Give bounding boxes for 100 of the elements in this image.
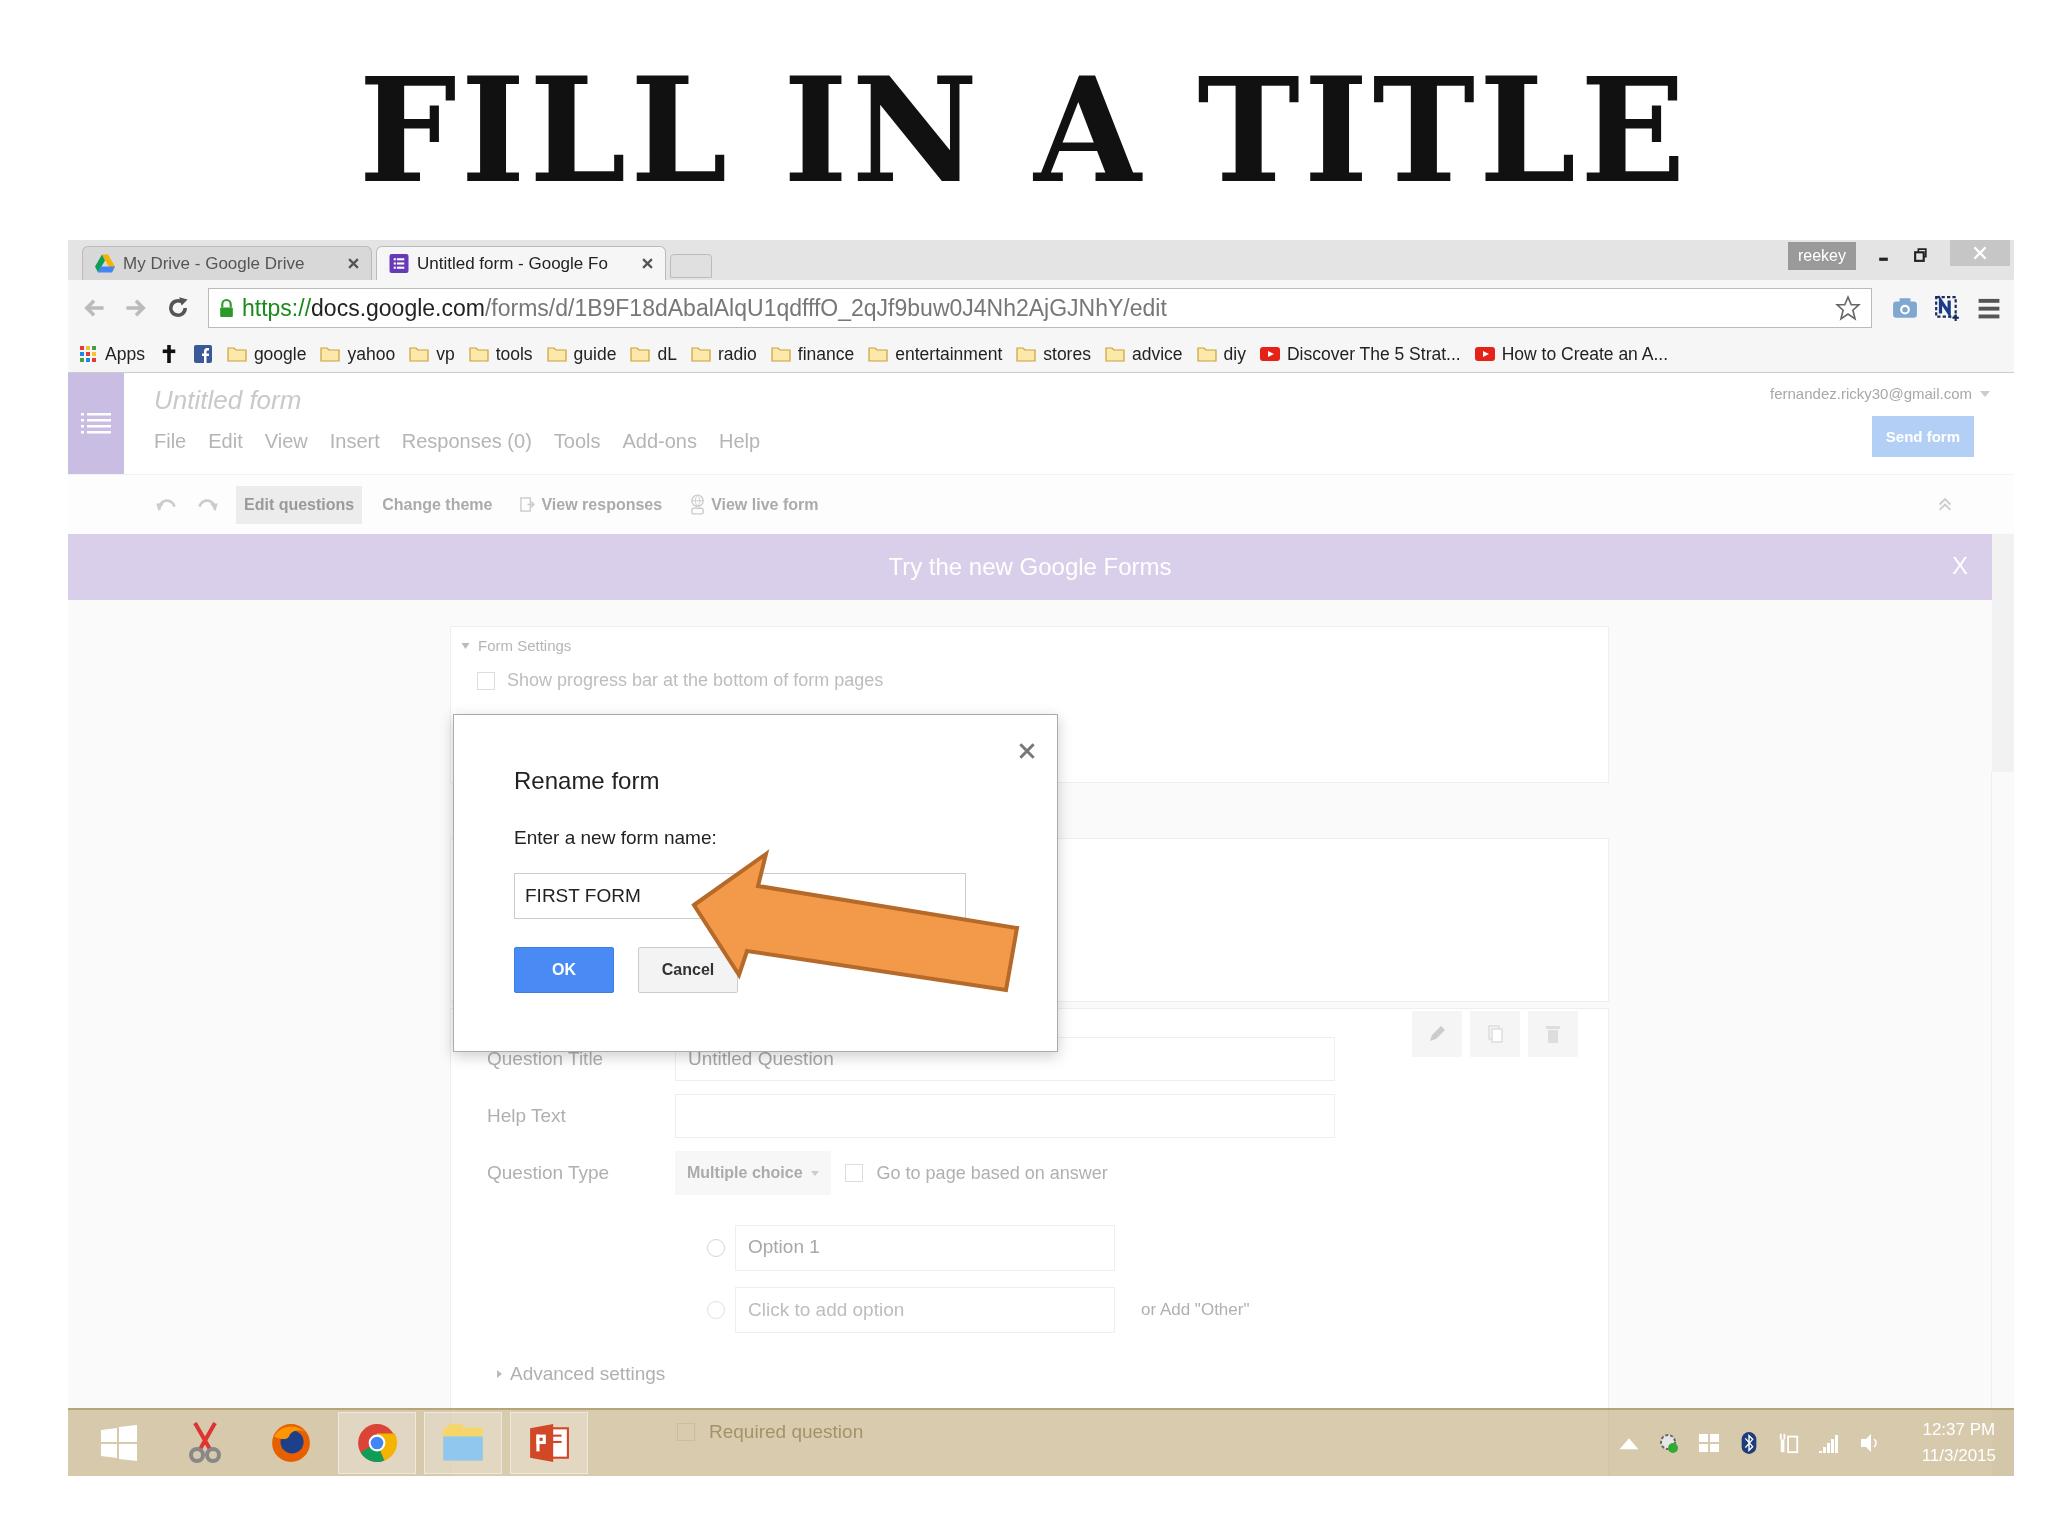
scrollbar[interactable]	[1991, 772, 2014, 1408]
new-tab-button[interactable]	[670, 254, 712, 278]
chrome-icon	[356, 1422, 398, 1464]
folder-icon	[690, 345, 711, 363]
expand-icon[interactable]	[497, 1370, 502, 1378]
type-dropdown[interactable]: Multiple choice	[675, 1151, 831, 1195]
globe-icon	[690, 494, 706, 515]
menu-item[interactable]: Insert	[329, 430, 380, 453]
battery-icon[interactable]	[1777, 1432, 1800, 1454]
bookmark[interactable]: stores	[1016, 343, 1091, 365]
undo-icon[interactable]	[156, 497, 178, 512]
send-form-button[interactable]: Send form	[1871, 416, 1974, 457]
camera-icon[interactable]	[1892, 295, 1918, 321]
menu-item[interactable]: Responses (0)	[401, 430, 532, 453]
option-field[interactable]: Option 1	[735, 1225, 1115, 1271]
apps-grid-icon	[78, 345, 98, 363]
delete-button[interactable]	[1528, 1011, 1578, 1057]
redo-icon[interactable]	[196, 497, 218, 512]
folder-icon	[1196, 345, 1217, 363]
signal-icon[interactable]	[1817, 1432, 1840, 1454]
video-icon	[1474, 345, 1495, 363]
bookmark[interactable]: guide	[546, 343, 617, 365]
checkbox[interactable]	[844, 1164, 863, 1182]
folder-icon	[441, 1423, 485, 1463]
field-label: Question Type	[487, 1162, 611, 1184]
add-option-field[interactable]: Click to add option	[735, 1287, 1115, 1333]
bookmark[interactable]: entertainment	[868, 343, 1003, 365]
menu-item[interactable]: Edit	[208, 430, 243, 453]
copy-icon	[1485, 1024, 1505, 1044]
clock-date[interactable]: 11/3/2015	[1921, 1446, 1996, 1466]
gear-icon[interactable]	[1657, 1432, 1680, 1454]
close-icon[interactable]	[1019, 743, 1035, 759]
close-icon[interactable]	[642, 258, 653, 269]
dialog-prompt: Enter a new form name:	[514, 827, 718, 849]
windows-flag-icon[interactable]	[1697, 1432, 1720, 1454]
browser-tab[interactable]: My Drive - Google Drive	[82, 246, 372, 280]
toolbar-button[interactable]: View live form	[682, 484, 827, 525]
firefox-icon	[270, 1422, 312, 1464]
checkbox[interactable]	[477, 671, 495, 690]
checkbox-label: Required question	[709, 1421, 864, 1443]
folder-icon	[1016, 345, 1037, 363]
toolbar-button[interactable]: View responses	[512, 485, 671, 524]
caret-icon[interactable]	[461, 642, 470, 649]
bookmark[interactable]: radio	[690, 343, 757, 365]
bookmark[interactable]	[192, 345, 213, 363]
folder-icon	[468, 345, 489, 363]
menu-item[interactable]: Tools	[553, 430, 601, 453]
url-text: https://docs.google.com/forms/d/1B9F18dAbalAlqU1qdfffO_2qJf9buw0J4Nh2AjGJNhY/edit	[242, 294, 1167, 322]
note-extension-icon[interactable]	[1934, 295, 1960, 321]
bookmark[interactable]: finance	[770, 343, 855, 365]
caret-icon[interactable]	[1980, 390, 1990, 397]
section-heading[interactable]: Form Settings	[478, 637, 572, 654]
document-arrow-icon	[520, 497, 536, 512]
taskbar-button[interactable]	[510, 1412, 588, 1474]
add-other-link[interactable]: or Add "Other"	[1141, 1300, 1250, 1320]
drive-icon	[95, 254, 115, 273]
folder-icon	[409, 345, 430, 363]
folder-icon	[1104, 345, 1125, 363]
dialog-title: Rename form	[514, 767, 661, 795]
menu-item[interactable]: Help	[719, 430, 761, 453]
folder-icon	[630, 345, 651, 363]
bookmark[interactable]: tools	[468, 343, 533, 365]
reload-icon[interactable]	[166, 296, 190, 320]
bookmark[interactable]: How to Create an A...	[1474, 343, 1668, 365]
advanced-settings-toggle[interactable]: Advanced settings	[510, 1363, 666, 1385]
clock-time[interactable]: 12:37 PM	[1922, 1420, 1996, 1440]
folder-icon	[320, 345, 341, 363]
bookmark[interactable]: diy	[1196, 343, 1246, 365]
menu-item[interactable]: File	[154, 430, 187, 453]
restore-icon[interactable]	[1913, 248, 1928, 263]
browser-tab[interactable]: Untitled form - Google Fo	[376, 246, 666, 280]
close-button[interactable]	[1950, 240, 2010, 266]
sidebar-toggle[interactable]	[68, 373, 124, 474]
toolbar-button[interactable]: Change theme	[374, 485, 501, 524]
edit-button[interactable]	[1412, 1011, 1462, 1057]
star-icon[interactable]	[1835, 295, 1861, 321]
bookmark[interactable]: Apps	[78, 343, 145, 365]
taskbar-button[interactable]	[338, 1412, 416, 1474]
tab-title: My Drive - Google Drive	[123, 253, 306, 274]
folder-icon	[226, 345, 247, 363]
address-bar[interactable]: https://docs.google.com/forms/d/1B9F18dAbalAlqU1qdfffO_2qJf9buw0J4Nh2AjGJNhY/edit	[208, 288, 1872, 328]
pencil-icon	[1427, 1024, 1447, 1044]
bookmark[interactable]: dL	[630, 343, 677, 365]
menu-item[interactable]: Add-ons	[622, 430, 697, 453]
bookmark[interactable]: google	[226, 343, 307, 365]
slides-app-icon	[528, 1422, 570, 1464]
caret-icon	[810, 1170, 819, 1176]
bookmark[interactable]: advice	[1104, 343, 1183, 365]
bookmark[interactable]: yahoo	[320, 343, 396, 365]
account-email[interactable]: fernandez.ricky30@gmail.com	[1770, 385, 1972, 402]
duplicate-button[interactable]	[1470, 1011, 1520, 1057]
ok-button[interactable]: OK	[514, 947, 614, 993]
cancel-button[interactable]: Cancel	[638, 947, 738, 993]
bookmark[interactable]: vp	[409, 343, 455, 365]
profile-badge[interactable]: reekey	[1787, 242, 1856, 270]
bookmark[interactable]: Discover The 5 Strat...	[1259, 343, 1461, 365]
menu-item[interactable]: View	[264, 430, 308, 453]
close-icon[interactable]	[348, 258, 359, 269]
checkbox-label: Go to page based on answer	[876, 1162, 1108, 1184]
toolbar-button[interactable]: Edit questions	[236, 485, 363, 524]
